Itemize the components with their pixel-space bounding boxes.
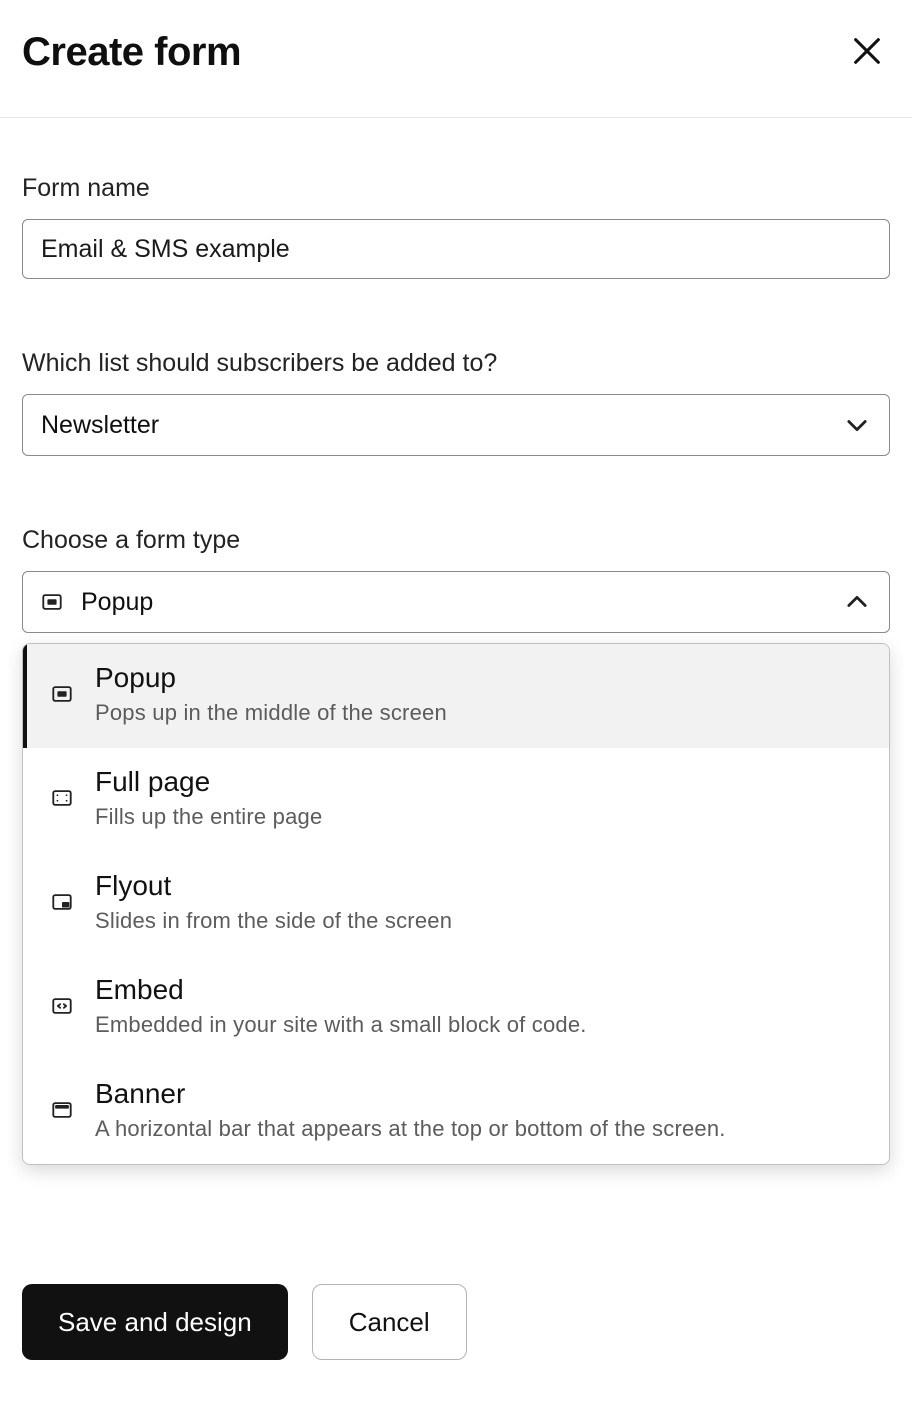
form-type-select[interactable]: Popup <box>22 571 890 633</box>
create-form-dialog: Create form Form name Which list should … <box>0 0 912 1408</box>
form-name-input[interactable] <box>22 219 890 279</box>
form-type-label: Choose a form type <box>22 526 890 555</box>
option-title: Banner <box>95 1078 726 1110</box>
option-title: Embed <box>95 974 587 1006</box>
option-description: Slides in from the side of the screen <box>95 908 452 934</box>
option-title: Flyout <box>95 870 452 902</box>
form-type-option-flyout[interactable]: Flyout Slides in from the side of the scr… <box>23 852 889 956</box>
save-and-design-button[interactable]: Save and design <box>22 1284 288 1360</box>
form-type-option-fullpage[interactable]: Full page Fills up the entire page <box>23 748 889 852</box>
form-name-label: Form name <box>22 174 890 203</box>
form-name-field: Form name <box>22 174 890 279</box>
cancel-button[interactable]: Cancel <box>312 1284 467 1360</box>
dialog-header: Create form <box>0 0 912 118</box>
dialog-title: Create form <box>22 30 241 75</box>
banner-icon <box>51 1099 73 1121</box>
option-description: Pops up in the middle of the screen <box>95 700 447 726</box>
chevron-down-icon <box>843 411 871 439</box>
form-type-value: Popup <box>81 588 153 617</box>
popup-icon <box>51 683 73 705</box>
close-button[interactable] <box>844 28 890 77</box>
flyout-icon <box>51 891 73 913</box>
form-type-option-banner[interactable]: Banner A horizontal bar that appears at t… <box>23 1060 889 1164</box>
form-type-field: Choose a form type Popup Popup Pops up in… <box>22 526 890 1165</box>
list-select-label: Which list should subscribers be added t… <box>22 349 890 378</box>
option-description: A horizontal bar that appears at the top… <box>95 1116 726 1142</box>
dialog-body: Form name Which list should subscribers … <box>0 118 912 1234</box>
option-description: Embedded in your site with a small block… <box>95 1012 587 1038</box>
dialog-footer: Save and design Cancel <box>0 1234 912 1408</box>
form-type-option-embed[interactable]: Embed Embedded in your site with a small … <box>23 956 889 1060</box>
close-icon <box>850 56 884 71</box>
list-select-value: Newsletter <box>41 411 159 440</box>
option-title: Popup <box>95 662 447 694</box>
form-type-option-popup[interactable]: Popup Pops up in the middle of the screen <box>23 644 889 748</box>
option-description: Fills up the entire page <box>95 804 322 830</box>
list-select[interactable]: Newsletter <box>22 394 890 456</box>
embed-icon <box>51 995 73 1017</box>
fullpage-icon <box>51 787 73 809</box>
option-title: Full page <box>95 766 322 798</box>
popup-icon <box>41 591 63 613</box>
list-select-field: Which list should subscribers be added t… <box>22 349 890 456</box>
chevron-up-icon <box>843 588 871 616</box>
form-type-dropdown: Popup Pops up in the middle of the screen… <box>22 643 890 1165</box>
